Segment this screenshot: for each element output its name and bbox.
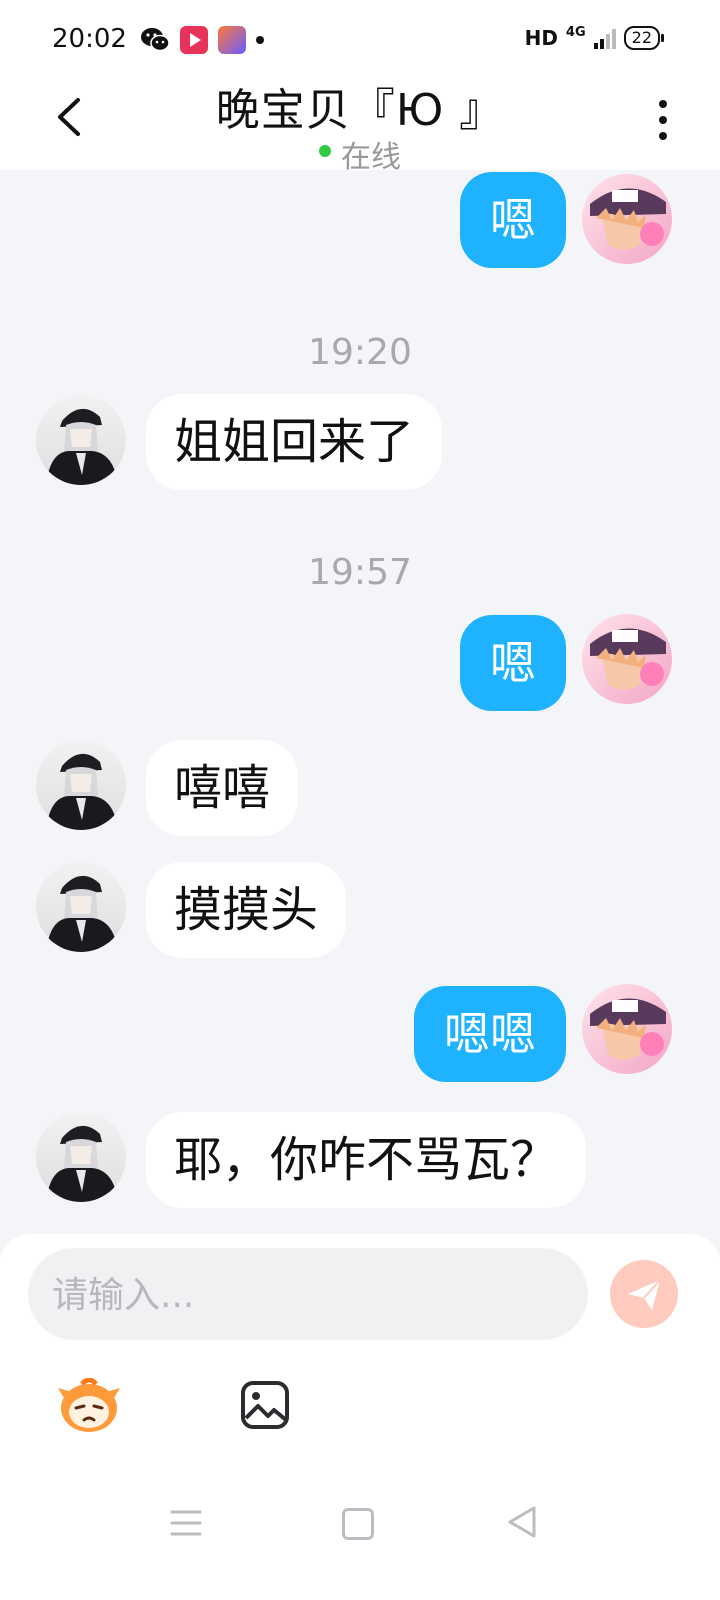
menu-icon[interactable] [170, 1508, 202, 1538]
online-dot-icon [319, 144, 331, 157]
my-avatar[interactable] [582, 174, 672, 264]
status-bar: 20:02 HD 4G 22 [0, 0, 720, 80]
network-type: 4G [565, 24, 586, 40]
message-bubble[interactable]: 摸摸头 [146, 862, 347, 958]
contact-avatar[interactable] [36, 1112, 126, 1202]
video-app-icon [180, 26, 208, 54]
battery-icon: 22 [623, 26, 665, 50]
notification-dot [256, 36, 264, 44]
home-icon[interactable] [342, 1508, 374, 1540]
contact-avatar[interactable] [36, 395, 126, 485]
message-timestamp: 19:57 [308, 552, 412, 593]
message-bubble[interactable]: 嘻嘻 [146, 740, 299, 836]
message-bubble[interactable]: 嗯 [460, 615, 566, 711]
signal-icon [593, 27, 616, 49]
status-right-icons: HD 4G 22 [524, 24, 665, 50]
image-icon[interactable] [240, 1380, 290, 1430]
wechat-icon [141, 28, 170, 52]
my-avatar[interactable] [582, 614, 672, 704]
send-button[interactable] [610, 1260, 678, 1328]
message-bubble[interactable]: 耶，你咋不骂瓦？ [146, 1112, 587, 1208]
chat-header: 晚宝贝『Ю 』 在线 [0, 70, 720, 175]
message-input-box[interactable] [28, 1248, 588, 1342]
message-input[interactable] [50, 1248, 554, 1342]
status-time: 20:02 [52, 24, 127, 54]
more-options-icon[interactable] [656, 98, 670, 142]
message-bubble[interactable]: 嗯嗯 [414, 986, 566, 1082]
contact-avatar[interactable] [36, 862, 126, 952]
my-avatar[interactable] [582, 984, 672, 1074]
online-status: 在线 [0, 132, 720, 176]
emoji-sticker-icon[interactable] [56, 1378, 122, 1434]
contact-name: 晚宝贝『Ю 』 [215, 85, 505, 136]
message-timestamp: 19:20 [308, 332, 412, 373]
hd-indicator: HD [524, 26, 558, 50]
online-status-label: 在线 [341, 140, 401, 175]
system-nav-bar [0, 1490, 720, 1600]
contact-avatar[interactable] [36, 740, 126, 830]
message-bubble[interactable]: 嗯 [460, 172, 566, 268]
shortcut-app-icon [218, 26, 246, 54]
back-triangle-icon[interactable] [506, 1504, 538, 1540]
status-notification-icons [140, 26, 264, 54]
message-bubble[interactable]: 姐姐回来了 [146, 394, 443, 490]
